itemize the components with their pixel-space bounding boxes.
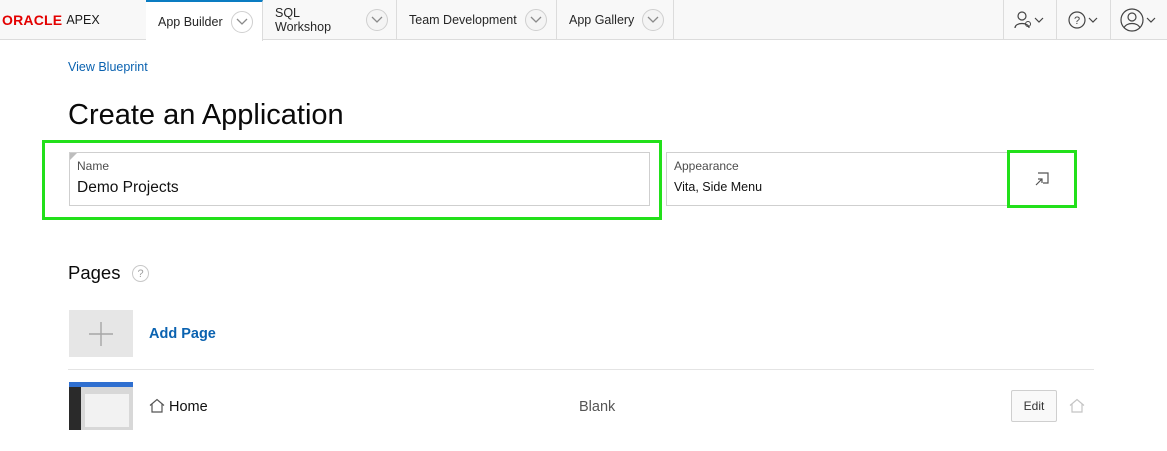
- set-home-page-icon[interactable]: [1069, 398, 1085, 418]
- apex-logo-text: APEX: [66, 13, 100, 27]
- add-page-tile[interactable]: [69, 310, 133, 357]
- page-title: Create an Application: [68, 99, 344, 131]
- add-page-link[interactable]: Add Page: [149, 326, 216, 342]
- highlight-box-name: [42, 140, 662, 220]
- oracle-apex-logo[interactable]: ORACLE APEX: [2, 0, 100, 40]
- chevron-down-icon[interactable]: [642, 9, 665, 31]
- administration-menu-button[interactable]: [1003, 0, 1056, 40]
- home-icon: [149, 398, 165, 418]
- appearance-field[interactable]: Appearance Vita, Side Menu: [666, 152, 1010, 206]
- admin-user-icon: [1014, 11, 1044, 29]
- account-menu-button[interactable]: [1110, 0, 1167, 40]
- chevron-down-icon[interactable]: [230, 10, 253, 33]
- help-icon[interactable]: ?: [132, 265, 149, 282]
- help-menu-button[interactable]: ?: [1056, 0, 1110, 40]
- top-nav: ORACLE APEX App Builder SQL Workshop Tea…: [0, 0, 1167, 41]
- appearance-field-value: Vita, Side Menu: [674, 180, 763, 194]
- account-icon: [1120, 8, 1156, 32]
- chevron-down-icon[interactable]: [366, 9, 388, 31]
- page-thumbnail: [69, 382, 133, 430]
- chevron-down-icon[interactable]: [524, 9, 547, 31]
- edit-page-button[interactable]: Edit: [1011, 390, 1057, 422]
- view-blueprint-link[interactable]: View Blueprint: [68, 60, 148, 74]
- tab-label: SQL Workshop: [275, 6, 332, 34]
- plus-icon: [89, 321, 113, 346]
- divider: [68, 369, 1094, 370]
- highlight-box-appearance: [1007, 150, 1077, 208]
- tab-label: App Builder: [158, 14, 223, 29]
- tab-label: App Gallery: [569, 13, 635, 27]
- tab-team-development[interactable]: Team Development: [397, 0, 557, 40]
- page-name: Home: [169, 399, 208, 415]
- help-circle-icon: ?: [1067, 11, 1097, 29]
- svg-text:?: ?: [1073, 15, 1079, 27]
- tab-app-builder[interactable]: App Builder: [146, 0, 263, 41]
- oracle-logo-text: ORACLE: [2, 12, 63, 28]
- tab-sql-workshop[interactable]: SQL Workshop: [263, 0, 397, 40]
- tab-label: Team Development: [409, 13, 517, 27]
- appearance-field-label: Appearance: [674, 159, 739, 173]
- tab-app-gallery[interactable]: App Gallery: [557, 0, 674, 40]
- page-type: Blank: [579, 399, 616, 415]
- pages-section-title: Pages: [68, 262, 121, 283]
